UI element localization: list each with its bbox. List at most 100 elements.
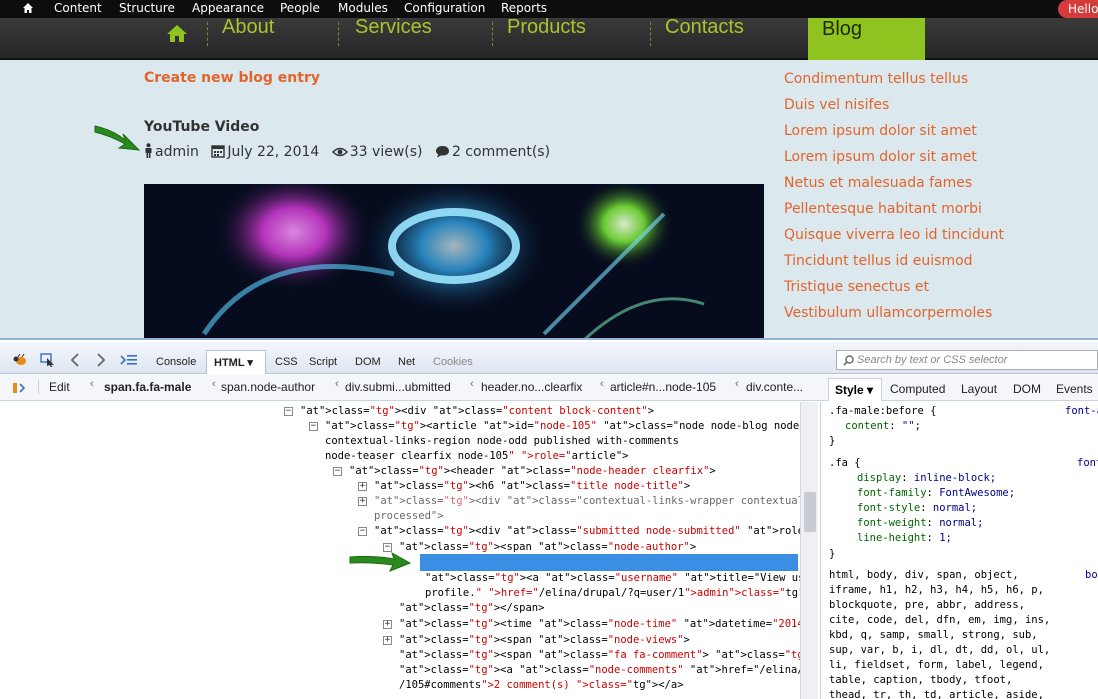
forward-arrow-icon[interactable] <box>96 353 106 367</box>
html-tree-line[interactable]: profile." ">href="/elina/drupal/?q=user/… <box>425 586 800 601</box>
css-rule-line[interactable]: .fa { <box>829 456 861 471</box>
css-source-link[interactable]: bo <box>1085 568 1098 583</box>
home-icon[interactable] <box>22 2 34 14</box>
tab-script[interactable]: Script <box>309 356 337 368</box>
html-tree-line[interactable]: "at">class="tg"><h6 "at">class="title no… <box>374 479 690 494</box>
css-rule-line[interactable]: font-family: FontAwesome; <box>857 486 1015 501</box>
html-tree-line[interactable]: "at">class="tg"><div "at">class="context… <box>374 494 800 509</box>
breadcrumb-item[interactable]: span.fa.fa-male <box>104 380 191 394</box>
css-rule-line[interactable]: content: ""; <box>845 419 921 434</box>
admin-menu-configuration[interactable]: Configuration <box>404 1 485 16</box>
search-input[interactable]: Search by text or CSS selector <box>836 350 1098 370</box>
sidebar-link[interactable]: Netus et malesuada fames <box>784 174 1004 200</box>
css-rule-line[interactable]: font-style: normal; <box>857 501 977 516</box>
css-rule-line[interactable]: thead, tr, th, td, article, aside, <box>829 688 1044 699</box>
sidebar-link[interactable]: Lorem ipsum dolor sit amet <box>784 148 1004 174</box>
create-blog-entry-link[interactable]: Create new blog entry <box>144 70 320 86</box>
command-line-icon[interactable] <box>120 353 138 367</box>
breadcrumb-item[interactable]: article#n...node-105 <box>610 380 716 394</box>
sidebar-link[interactable]: Vestibulum ullamcorpermoles <box>784 304 1004 330</box>
expand-toggle-icon[interactable]: + <box>383 620 392 629</box>
html-scrollbar[interactable] <box>800 402 818 699</box>
firebug-bug-icon[interactable] <box>12 353 28 367</box>
expand-toggle-icon[interactable]: + <box>358 497 367 506</box>
html-tree-line[interactable]: "at">class="tg"><a "at">class="node-comm… <box>399 663 800 678</box>
html-tree-line[interactable]: "at">class="tg"><div "at">class="content… <box>300 404 654 419</box>
html-tree-line[interactable]: "at">class="tg"><header "at">class="node… <box>349 464 716 479</box>
nav-link-contacts[interactable]: Contacts <box>665 16 744 39</box>
sidebar-link[interactable]: Duis vel nisifes <box>784 96 1004 122</box>
nav-link-about[interactable]: About <box>222 16 274 39</box>
expand-toggle-icon[interactable]: + <box>383 636 392 645</box>
sidebar-link[interactable]: Quisque viverra leo id tincidunt <box>784 226 1004 252</box>
nav-link-services[interactable]: Services <box>355 16 432 39</box>
css-source-link[interactable]: font <box>1077 456 1098 471</box>
admin-menu-structure[interactable]: Structure <box>119 1 175 16</box>
nav-link-products[interactable]: Products <box>507 16 586 39</box>
css-rule-line[interactable]: display: inline-block; <box>857 471 996 486</box>
admin-menu-appearance[interactable]: Appearance <box>192 1 264 16</box>
collapse-toggle-icon[interactable]: − <box>358 527 367 536</box>
side-tab-style[interactable]: Style ▾ <box>828 378 882 401</box>
css-rule-line[interactable]: blockquote, pre, abbr, address, <box>829 598 1025 613</box>
admin-menu-people[interactable]: People <box>280 1 320 16</box>
edit-button[interactable]: Edit <box>38 380 70 394</box>
css-rule-line[interactable]: li, fieldset, form, label, legend, <box>829 658 1044 673</box>
side-tab-events[interactable]: Events <box>1056 382 1093 396</box>
back-arrow-icon[interactable] <box>70 353 80 367</box>
breadcrumb-item[interactable]: header.no...clearfix <box>481 380 582 394</box>
hello-user-badge[interactable]: Hello <box>1058 0 1098 18</box>
breadcrumb-item[interactable]: div.submi...ubmitted <box>345 380 451 394</box>
tab-console[interactable]: Console <box>156 356 196 368</box>
css-rule-line[interactable]: } <box>829 434 835 449</box>
side-tab-computed[interactable]: Computed <box>890 382 945 396</box>
html-tree-line[interactable]: "at">class="tg"><article "at">id="node-1… <box>325 419 800 434</box>
sidebar-link[interactable]: Pellentesque habitant morbi <box>784 200 1004 226</box>
collapse-toggle-icon[interactable]: − <box>333 467 342 476</box>
html-tree-line[interactable]: "at">class="tg"><div "at">class="submitt… <box>374 524 800 539</box>
admin-menu-modules[interactable]: Modules <box>338 1 388 16</box>
html-tree-line[interactable]: "at">class="tg"><a "at">class="username"… <box>425 571 800 586</box>
admin-menu-content[interactable]: Content <box>54 1 102 16</box>
post-comments[interactable]: 2 comment(s) <box>452 144 550 160</box>
html-tree-line[interactable]: /105#comments">2 comment(s) ">class="tg"… <box>399 678 684 693</box>
css-rule-line[interactable]: html, body, div, span, object, <box>829 568 1019 583</box>
html-tree-line[interactable]: "at">class="tg"><span "at">class="node-v… <box>399 633 690 648</box>
html-tree-line[interactable]: contextual-links-region node-odd publish… <box>325 434 679 449</box>
post-author[interactable]: admin <box>155 144 199 160</box>
html-tree-line[interactable]: "at">class="tg"><span "at">class="fa fa-… <box>399 648 800 663</box>
breadcrumb-item[interactable]: div.conte... <box>746 380 803 394</box>
nav-home-icon[interactable] <box>166 23 188 43</box>
collapse-toggle-icon[interactable]: − <box>309 422 318 431</box>
inspect-element-icon[interactable] <box>40 353 56 367</box>
css-rule-line[interactable]: sup, var, b, i, dl, dt, dd, ol, ul, <box>829 643 1050 658</box>
nav-link-blog[interactable]: Blog <box>808 18 925 60</box>
sidebar-link[interactable]: Condimentum tellus tellus <box>784 70 1004 96</box>
expand-toggle-icon[interactable]: + <box>358 482 367 491</box>
html-tree-line[interactable]: "at">class="tg"><time "at">class="node-t… <box>399 617 800 632</box>
side-tab-layout[interactable]: Layout <box>961 382 997 396</box>
css-rule-line[interactable]: table, caption, tbody, tfoot, <box>829 673 1012 688</box>
post-title[interactable]: YouTube Video <box>144 119 259 135</box>
sidebar-link[interactable]: Tristique senectus et <box>784 278 1004 304</box>
sidebar-link[interactable]: Lorem ipsum dolor sit amet <box>784 122 1004 148</box>
scrollbar-thumb[interactable] <box>804 492 816 532</box>
video-thumbnail[interactable] <box>144 184 764 340</box>
collapse-toggle-icon[interactable]: − <box>284 407 293 416</box>
scroll-to-element-icon[interactable] <box>12 381 26 395</box>
tab-net[interactable]: Net <box>398 356 415 368</box>
html-tree-line[interactable]: "at">class="tg"></span> <box>399 601 544 616</box>
css-rule-line[interactable]: cite, code, del, dfn, em, img, ins, <box>829 613 1050 628</box>
html-tree-line[interactable]: processed"> <box>374 509 444 524</box>
css-rule-line[interactable]: .fa-male:before { <box>829 404 936 419</box>
css-rule-line[interactable]: font-weight: normal; <box>857 516 983 531</box>
css-source-link[interactable]: font-a <box>1065 404 1098 419</box>
sidebar-link[interactable]: Tincidunt tellus id euismod <box>784 252 1004 278</box>
html-tree-line[interactable]: "at">class="tg"><span "at">class="node-a… <box>399 540 696 555</box>
tab-html[interactable]: HTML ▾ <box>206 350 266 374</box>
css-rule-line[interactable]: iframe, h1, h2, h3, h4, h5, h6, p, <box>829 583 1044 598</box>
html-tree-line[interactable]: node-teaser clearfix node-105" ">role="a… <box>325 449 628 464</box>
tab-cookies[interactable]: Cookies <box>433 356 473 368</box>
css-rule-line[interactable]: kbd, q, samp, small, strong, sub, <box>829 628 1038 643</box>
css-rule-line[interactable]: line-height: 1; <box>857 531 952 546</box>
